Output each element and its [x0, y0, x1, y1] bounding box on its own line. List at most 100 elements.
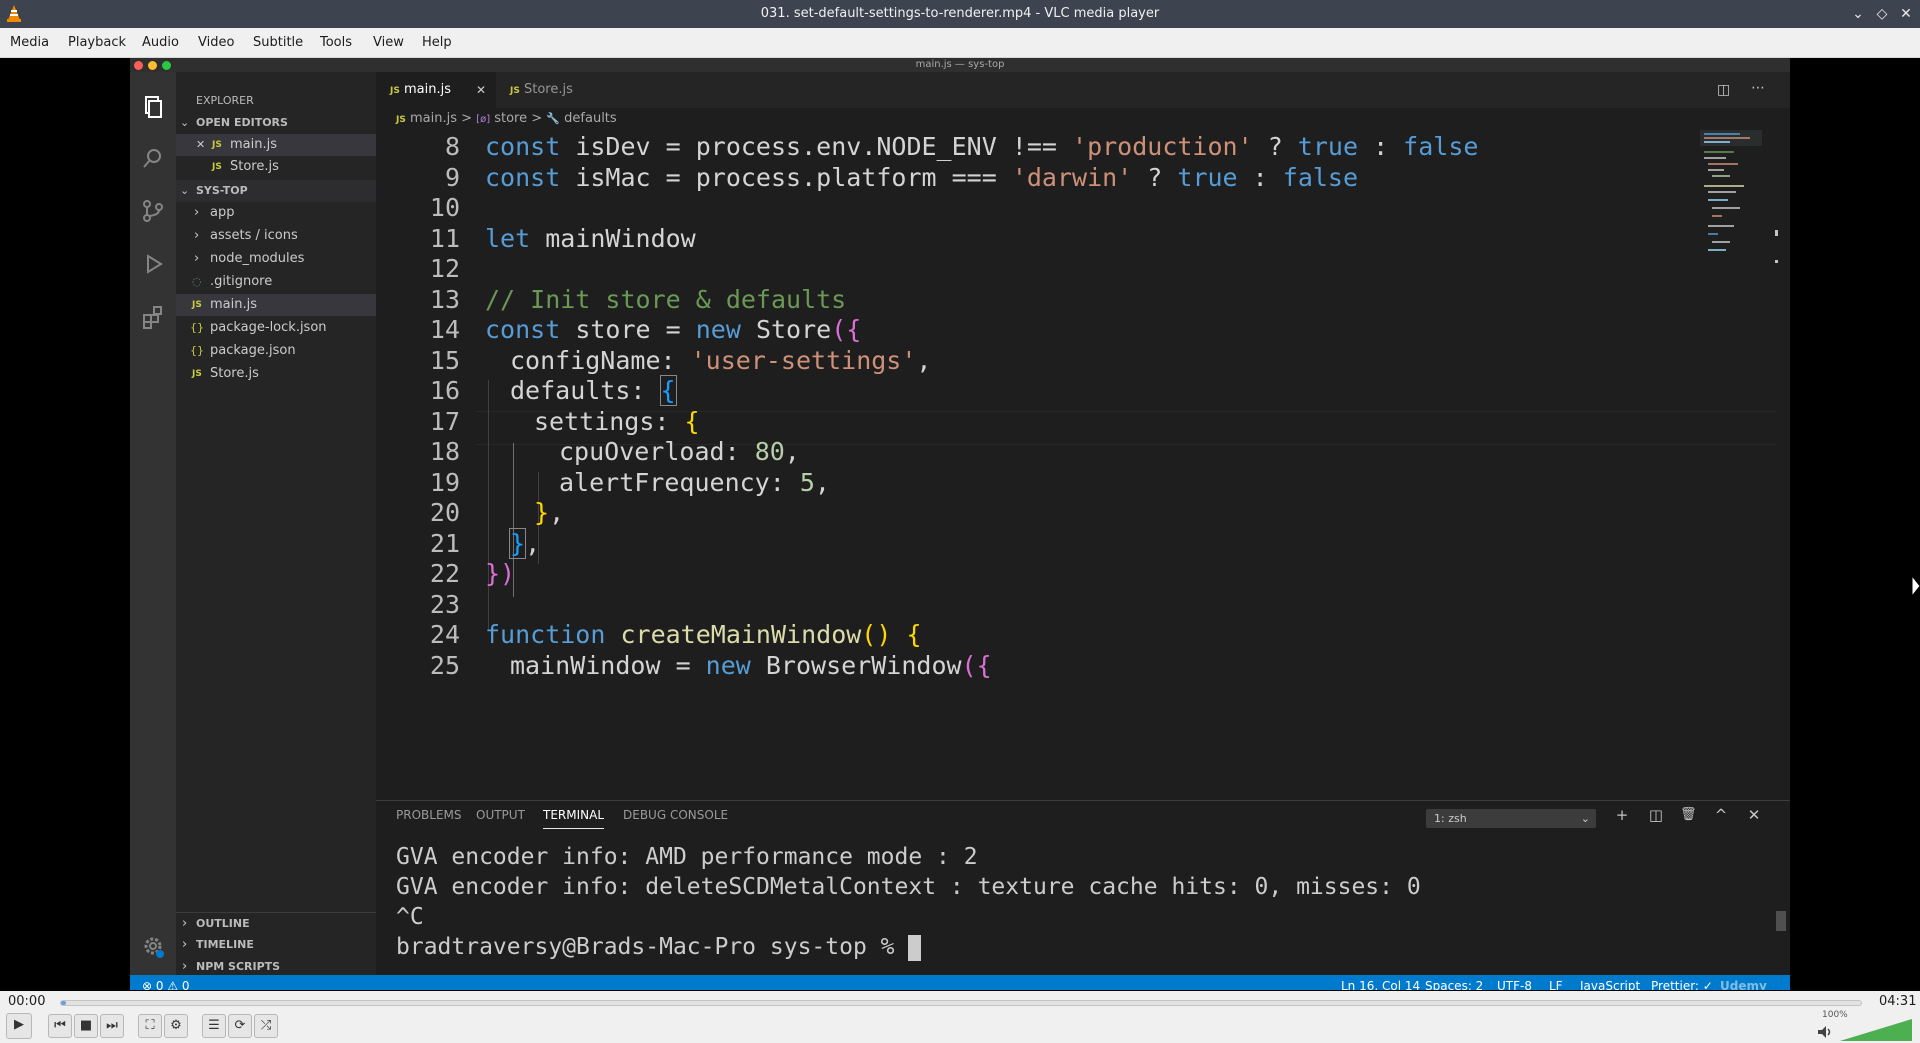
play-button[interactable]: ▶	[6, 1013, 32, 1039]
line-number: 12	[429, 254, 460, 283]
next-button[interactable]: ⏭	[100, 1014, 124, 1038]
code-line: cpuOverload: 80,	[559, 437, 800, 466]
code-editor[interactable]: 8 const isDev = process.env.NODE_ENV !==…	[376, 130, 1790, 858]
seek-slider[interactable]	[60, 1000, 1862, 1006]
code-line: // Init store & defaults	[485, 285, 847, 314]
loop-button[interactable]: ⟳	[228, 1014, 252, 1038]
close-icon[interactable]: ✕	[196, 134, 205, 156]
more-actions-icon[interactable]: ⋯	[1751, 80, 1765, 96]
window-title: 031. set-default-settings-to-renderer.mp…	[760, 6, 1160, 21]
close-button[interactable]: ✕	[1896, 4, 1916, 24]
outline-section[interactable]: › OUTLINE	[176, 912, 376, 934]
mouse-pointer-icon	[1912, 576, 1920, 596]
gitignore-file-icon: ◌	[192, 275, 202, 288]
menu-audio[interactable]: Audio	[142, 35, 179, 50]
terminal-prompt[interactable]: bradtraversy@Brads-Mac-Pro sys-top %	[396, 934, 922, 961]
vscode-window-title: main.js — sys-top	[915, 59, 1005, 70]
speaker-icon[interactable]	[1817, 1025, 1833, 1039]
extended-settings-button[interactable]: ⚙	[164, 1014, 188, 1038]
tab-debug-console[interactable]: DEBUG CONSOLE	[623, 801, 728, 829]
minimize-button[interactable]: ⌄	[1848, 4, 1868, 24]
code-line: },	[534, 498, 565, 527]
code-line: function createMainWindow() {	[485, 620, 922, 649]
json-file-icon: {}	[190, 344, 204, 357]
code-line: configName: 'user-settings',	[510, 346, 932, 375]
open-editor-item[interactable]: ✕ JS main.js	[176, 134, 376, 156]
menu-media[interactable]: Media	[10, 35, 49, 50]
menu-subtitle[interactable]: Subtitle	[253, 35, 303, 50]
js-file-icon: JS	[396, 115, 406, 125]
open-editors-section[interactable]: ⌄ OPEN EDITORS	[176, 112, 376, 134]
tree-item-gitignore[interactable]: ◌ .gitignore	[176, 271, 376, 293]
tree-item-app[interactable]: › app	[176, 202, 376, 224]
tab-problems[interactable]: PROBLEMS	[396, 801, 462, 829]
menu-playback[interactable]: Playback	[68, 35, 126, 50]
tree-item-node-modules[interactable]: › node_modules	[176, 248, 376, 270]
trash-icon[interactable]: 🗑	[1680, 807, 1697, 823]
tree-item-package-lock[interactable]: {} package-lock.json	[176, 317, 376, 339]
shuffle-button[interactable]: ⤮	[254, 1014, 278, 1038]
line-number: 16	[429, 376, 460, 405]
tree-item-label: assets / icons	[210, 228, 298, 243]
indentation[interactable]: Spaces: 2	[1425, 975, 1483, 990]
problems-count[interactable]: ⊗ 0 ⚠ 0	[142, 975, 190, 990]
chevron-right-icon: ›	[194, 228, 200, 243]
breadcrumb-symbol-store[interactable]: store	[494, 111, 527, 126]
total-time[interactable]: 04:31	[1879, 994, 1916, 1009]
timeline-section[interactable]: › TIMELINE	[176, 934, 376, 956]
tab-main-js[interactable]: JS main.js ✕	[376, 72, 496, 108]
volume-slider[interactable]	[1840, 1019, 1912, 1041]
tab-label: Store.js	[523, 82, 573, 97]
project-section[interactable]: ⌄ SYS-TOP	[176, 180, 376, 202]
udemy-watermark: Udemy	[1720, 979, 1767, 990]
variable-symbol-icon: [ø]	[476, 114, 491, 125]
terminal-shell-select[interactable]: 1: zsh ⌄	[1426, 809, 1596, 828]
previous-button[interactable]: ⏮	[48, 1014, 72, 1038]
tree-item-label: main.js	[210, 297, 257, 312]
open-editor-item[interactable]: JS Store.js	[176, 156, 376, 178]
split-editor-icon[interactable]: ◫	[1717, 82, 1730, 98]
shell-select-value: 1: zsh	[1434, 812, 1467, 825]
tree-item-main-js[interactable]: JS main.js	[176, 294, 376, 316]
close-icon[interactable]: ✕	[476, 72, 486, 108]
js-file-icon: JS	[212, 140, 222, 150]
breadcrumb-symbol-defaults[interactable]: defaults	[564, 111, 617, 126]
minimap[interactable]	[1700, 130, 1780, 280]
close-panel-icon[interactable]: ✕	[1746, 807, 1762, 823]
player-controls: 00:00 04:31 ▶ ⏮ ■ ⏭ ⛶ ⚙ ☰ ⟳ ⤮ 100%	[0, 991, 1920, 1043]
menu-view[interactable]: View	[373, 35, 404, 50]
terminal-scrollbar[interactable]	[1776, 911, 1786, 931]
fullscreen-button[interactable]: ⛶	[138, 1014, 162, 1038]
tab-store-js[interactable]: JS Store.js	[496, 72, 608, 108]
traffic-zoom-icon	[162, 61, 171, 70]
code-line: settings: {	[534, 407, 700, 436]
breadcrumb-file[interactable]: main.js	[410, 111, 457, 126]
add-terminal-icon[interactable]: +	[1614, 807, 1630, 823]
chevron-down-icon: ⌄	[180, 184, 190, 197]
tree-item-assets[interactable]: › assets / icons	[176, 225, 376, 247]
cursor-position[interactable]: Ln 16, Col 14	[1341, 975, 1420, 990]
terminal-panel: PROBLEMS OUTPUT TERMINAL DEBUG CONSOLE 1…	[376, 800, 1790, 975]
encoding[interactable]: UTF-8	[1497, 975, 1532, 990]
end-of-line[interactable]: LF	[1549, 975, 1563, 990]
json-file-icon: {}	[190, 321, 204, 334]
restore-button[interactable]: ◇	[1872, 4, 1892, 24]
menu-help[interactable]: Help	[422, 35, 452, 50]
playlist-button[interactable]: ☰	[202, 1014, 226, 1038]
tree-item-package-json[interactable]: {} package.json	[176, 340, 376, 362]
chevron-right-icon: ›	[182, 916, 188, 931]
split-terminal-icon[interactable]: ◫	[1648, 807, 1664, 823]
chevron-right-icon: ›	[194, 251, 200, 266]
menu-tools[interactable]: Tools	[320, 35, 352, 50]
menu-video[interactable]: Video	[198, 35, 234, 50]
tree-item-store-js[interactable]: JS Store.js	[176, 363, 376, 385]
tab-output[interactable]: OUTPUT	[476, 801, 525, 829]
prettier-status[interactable]: Prettier: ✓	[1651, 975, 1713, 990]
tab-terminal[interactable]: TERMINAL	[543, 801, 605, 829]
elapsed-time[interactable]: 00:00	[8, 994, 45, 1009]
language-mode[interactable]: JavaScript	[1580, 975, 1640, 990]
code-line: alertFrequency: 5,	[559, 468, 830, 497]
stop-button[interactable]: ■	[74, 1014, 98, 1038]
video-area[interactable]: main.js — sys-top EXPLORER ⌄ OPEN EDITOR…	[0, 58, 1920, 991]
maximize-panel-icon[interactable]: ^	[1713, 807, 1729, 823]
